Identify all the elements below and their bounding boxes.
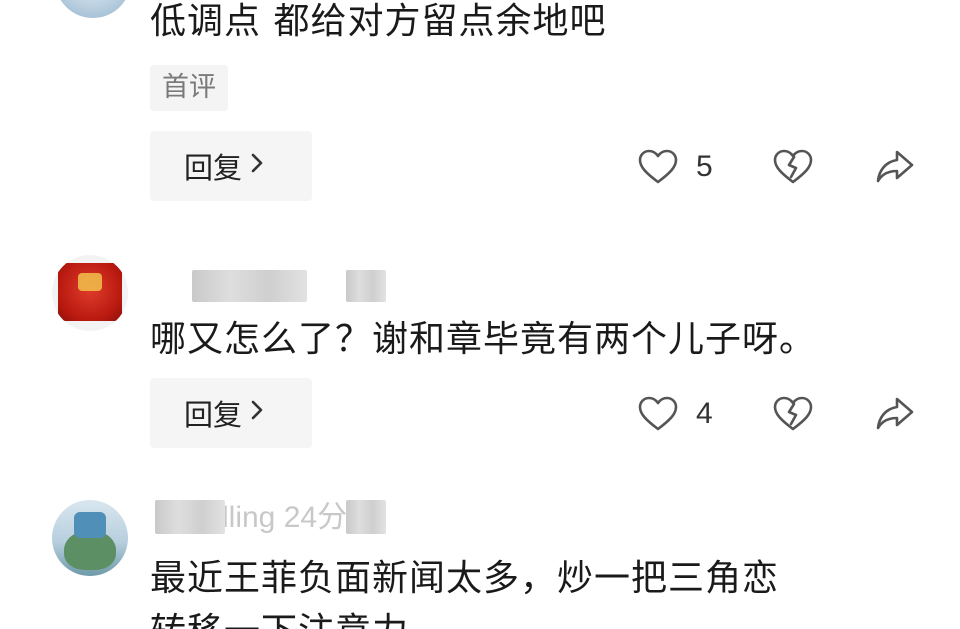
heart-outline-icon bbox=[638, 396, 678, 432]
reply-button[interactable]: 回复 bbox=[150, 131, 312, 201]
share-arrow-icon bbox=[875, 149, 915, 185]
heart-outline-icon bbox=[638, 149, 678, 185]
comment-text-continued: 转移一下注意力 bbox=[150, 610, 409, 629]
avatar[interactable] bbox=[52, 255, 128, 331]
share-button[interactable] bbox=[875, 147, 915, 187]
reply-label: 回复 bbox=[184, 398, 243, 432]
like-button[interactable]: 5 bbox=[638, 147, 713, 187]
share-button[interactable] bbox=[875, 394, 915, 434]
reply-button[interactable]: 回复 bbox=[150, 378, 312, 448]
comment-text: 最近王菲负面新闻太多，炒一把三角恋 bbox=[150, 558, 780, 599]
username-redacted bbox=[346, 270, 386, 302]
flag-image bbox=[58, 263, 122, 321]
dislike-button[interactable] bbox=[773, 147, 813, 187]
like-button[interactable]: 4 bbox=[638, 394, 713, 434]
username-redacted bbox=[192, 270, 307, 302]
broken-heart-icon bbox=[773, 149, 813, 185]
emblem-image bbox=[78, 273, 102, 291]
frog-head-image bbox=[74, 512, 106, 538]
avatar[interactable] bbox=[55, 0, 131, 18]
broken-heart-icon bbox=[773, 396, 813, 432]
reply-label: 回复 bbox=[184, 151, 243, 185]
like-count: 4 bbox=[696, 397, 713, 430]
username-partial: lling 24分 bbox=[222, 501, 348, 534]
avatar[interactable] bbox=[52, 500, 128, 576]
comment-feed: 低调点 都给对方留点余地吧 首评 回复 5 哪又怎么了？谢和章毕竟有两个儿子呀。… bbox=[0, 0, 960, 629]
first-comment-badge: 首评 bbox=[150, 65, 228, 111]
dislike-button[interactable] bbox=[773, 394, 813, 434]
share-arrow-icon bbox=[875, 396, 915, 432]
chevron-right-icon bbox=[250, 398, 264, 428]
username-redacted bbox=[155, 500, 225, 534]
like-count: 5 bbox=[696, 150, 713, 183]
comment-text: 低调点 都给对方留点余地吧 bbox=[150, 1, 607, 42]
comment-text: 哪又怎么了？谢和章毕竟有两个儿子呀。 bbox=[150, 319, 817, 360]
username-redacted bbox=[346, 500, 386, 534]
chevron-right-icon bbox=[250, 151, 264, 181]
